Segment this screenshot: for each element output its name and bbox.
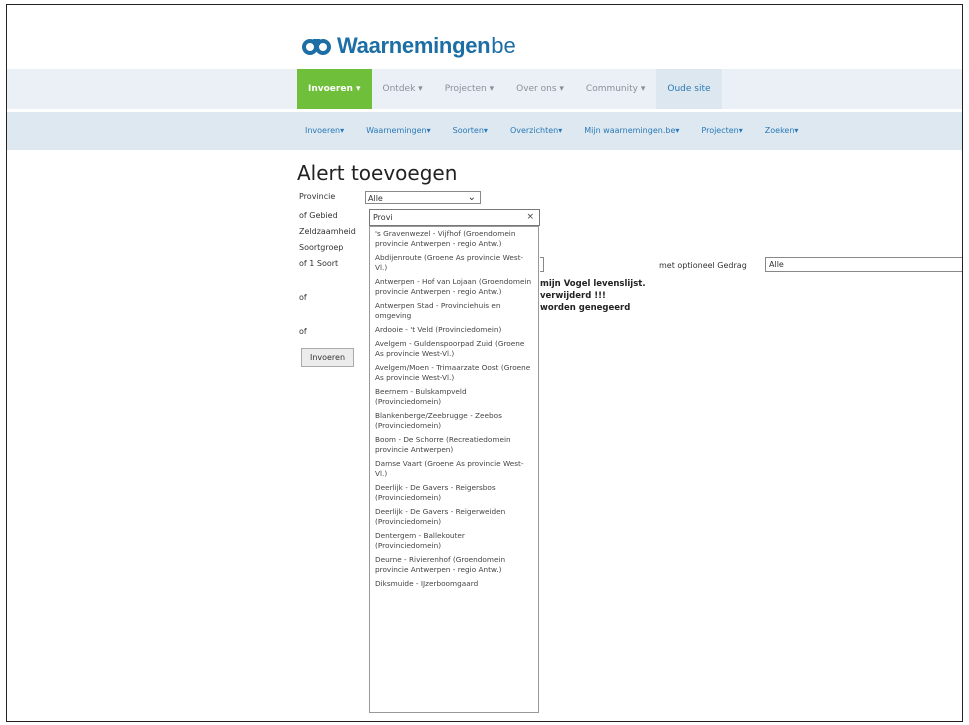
- dropdown-item[interactable]: Deerlijk - De Gavers - Reigerweiden (Pro…: [370, 505, 538, 529]
- page-title: Alert toevoegen: [297, 161, 458, 185]
- provincie-select-value: Alle: [368, 194, 383, 203]
- topnav-ontdek[interactable]: Ontdek ▾: [372, 69, 434, 109]
- logo-name: Waarnemingen: [337, 33, 491, 58]
- info-line-3: worden genegeerd: [540, 303, 631, 313]
- dropdown-item[interactable]: Ardooie - 't Veld (Provinciedomein): [370, 323, 538, 337]
- info-line-2: verwijderd !!!: [540, 291, 606, 301]
- subnav-waarnemingen[interactable]: Waarnemingen▾: [366, 112, 431, 150]
- logo-tld: be: [491, 33, 516, 58]
- topnav-projecten[interactable]: Projecten ▾: [434, 69, 505, 109]
- subnav-projecten[interactable]: Projecten▾: [701, 112, 742, 150]
- of-label-2: of: [299, 327, 307, 336]
- sub-navigation: Invoeren▾ Waarnemingen▾ Soorten▾ Overzic…: [7, 112, 962, 150]
- gebied-label: of Gebied: [299, 211, 338, 220]
- zeldzaamheid-label: Zeldzaamheid: [299, 227, 356, 236]
- dropdown-item[interactable]: 's Gravenwezel - Vijfhof (Groendomein pr…: [370, 227, 538, 251]
- soort-label: of 1 Soort: [299, 259, 339, 268]
- topnav-oude-site[interactable]: Oude site: [656, 69, 722, 109]
- dropdown-item[interactable]: Diksmuide - IJzerboomgaard: [370, 577, 538, 591]
- chevron-down-icon: ⌄: [467, 192, 476, 203]
- topnav-over-ons[interactable]: Over ons ▾: [505, 69, 575, 109]
- site-logo[interactable]: Waarnemingen be: [301, 31, 516, 61]
- dropdown-item[interactable]: Abdijenroute (Groene As provincie West-V…: [370, 251, 538, 275]
- gedrag-select-value: Alle: [769, 260, 784, 269]
- dropdown-item[interactable]: Dentergem - Ballekouter (Provinciedomein…: [370, 529, 538, 553]
- dropdown-item[interactable]: Avelgem/Moen - Trimaarzate Oost (Groene …: [370, 361, 538, 385]
- gedrag-label: met optioneel Gedrag: [659, 261, 747, 270]
- topnav-invoeren[interactable]: Invoeren ▾: [297, 69, 372, 109]
- browser-frame: Waarnemingen be Invoeren ▾ Ontdek ▾ Proj…: [6, 4, 963, 722]
- subnav-invoeren[interactable]: Invoeren▾: [305, 112, 344, 150]
- clear-icon[interactable]: ×: [526, 210, 534, 225]
- provincie-select[interactable]: Alle ⌄: [365, 191, 481, 204]
- invoeren-button[interactable]: Invoeren: [301, 348, 354, 367]
- subnav-mijn-waarnemingen[interactable]: Mijn waarnemingen.be▾: [584, 112, 679, 150]
- info-line-1: mijn Vogel levenslijst.: [540, 279, 646, 289]
- soort-input-edge[interactable]: [540, 257, 544, 272]
- binoculars-logo-icon: [302, 39, 331, 55]
- provincie-label: Provincie: [299, 192, 336, 201]
- dropdown-item[interactable]: Antwerpen - Hof van Lojaan (Groendomein …: [370, 275, 538, 299]
- dropdown-item[interactable]: Boom - De Schorre (Recreatiedomein provi…: [370, 433, 538, 457]
- subnav-soorten[interactable]: Soorten▾: [453, 112, 488, 150]
- dropdown-item[interactable]: Antwerpen Stad - Provinciehuis en omgevi…: [370, 299, 538, 323]
- dropdown-item[interactable]: Deurne - Rivierenhof (Groendomein provin…: [370, 553, 538, 577]
- subnav-overzichten[interactable]: Overzichten▾: [510, 112, 562, 150]
- gebied-dropdown-list: 's Gravenwezel - Vijfhof (Groendomein pr…: [369, 226, 539, 713]
- gedrag-select[interactable]: Alle: [765, 257, 962, 272]
- of-label-1: of: [299, 293, 307, 302]
- dropdown-item[interactable]: Blankenberge/Zeebrugge - Zeebos (Provinc…: [370, 409, 538, 433]
- subnav-zoeken[interactable]: Zoeken▾: [765, 112, 799, 150]
- dropdown-item[interactable]: Deerlijk - De Gavers - Reigersbos (Provi…: [370, 481, 538, 505]
- dropdown-item[interactable]: Damse Vaart (Groene As provincie West-Vl…: [370, 457, 538, 481]
- gebied-search-value: Provi: [373, 213, 393, 222]
- topnav-community[interactable]: Community ▾: [575, 69, 656, 109]
- top-navigation: Invoeren ▾ Ontdek ▾ Projecten ▾ Over ons…: [7, 69, 962, 109]
- gebied-search-input[interactable]: Provi ×: [369, 209, 540, 226]
- dropdown-item[interactable]: Avelgem - Guldenspoorpad Zuid (Groene As…: [370, 337, 538, 361]
- dropdown-item[interactable]: Beernem - Bulskampveld (Provinciedomein): [370, 385, 538, 409]
- soortgroep-label: Soortgroep: [299, 243, 344, 252]
